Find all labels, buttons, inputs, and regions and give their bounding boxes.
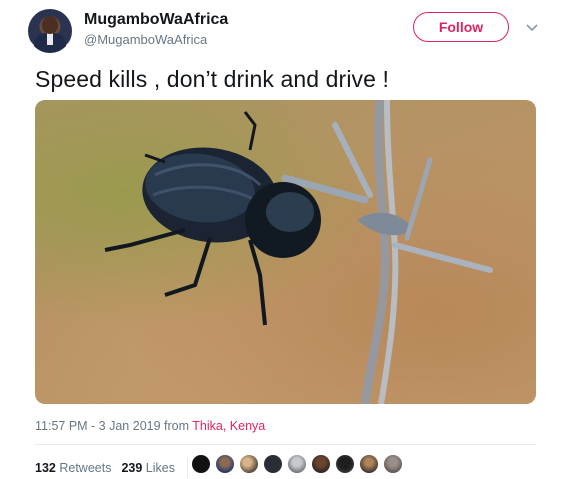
liker-avatar[interactable] xyxy=(286,453,308,475)
liker-avatar[interactable] xyxy=(382,453,404,475)
avatar[interactable] xyxy=(28,9,72,53)
liker-avatar[interactable] xyxy=(358,453,380,475)
retweets-count: 132 xyxy=(35,461,56,475)
tweet-meta: 11:57 PM - 3 Jan 2019 from Thika, Kenya xyxy=(35,419,265,433)
tweet-header: MugamboWaAfrica @MugamboWaAfrica Follow xyxy=(28,9,548,53)
beetle-on-barbed-wire-image xyxy=(104,100,493,404)
likes-label: Likes xyxy=(145,461,175,475)
tweet-photo[interactable] xyxy=(35,100,536,404)
likes-stat[interactable]: 239 Likes xyxy=(121,461,175,475)
divider xyxy=(35,444,536,445)
user-names[interactable]: MugamboWaAfrica @MugamboWaAfrica xyxy=(84,11,228,47)
retweets-label: Retweets xyxy=(59,461,112,475)
avatar-face xyxy=(42,16,58,34)
display-name[interactable]: MugamboWaAfrica xyxy=(84,11,228,29)
liker-avatar[interactable] xyxy=(262,453,284,475)
tweet-timestamp[interactable]: 11:57 PM - 3 Jan 2019 xyxy=(35,419,161,433)
liker-avatar[interactable] xyxy=(310,453,332,475)
follow-button[interactable]: Follow xyxy=(413,12,509,42)
stats-separator xyxy=(186,458,188,478)
liker-avatar[interactable] xyxy=(238,453,260,475)
liker-avatar[interactable] xyxy=(190,453,212,475)
likes-count: 239 xyxy=(121,461,143,475)
tweet-stats: 132 Retweets 239 Likes xyxy=(35,458,196,478)
liker-avatar[interactable] xyxy=(334,453,356,475)
retweets-stat[interactable]: 132 Retweets xyxy=(35,461,111,475)
avatar-shirt xyxy=(47,33,53,45)
tweet-location[interactable]: Thika, Kenya xyxy=(192,419,265,433)
liker-avatar[interactable] xyxy=(214,453,236,475)
user-handle[interactable]: @MugamboWaAfrica xyxy=(84,32,228,47)
tweet-text: Speed kills , don’t drink and drive ! xyxy=(35,66,390,92)
from-label: from xyxy=(164,419,190,433)
chevron-down-icon[interactable] xyxy=(524,19,540,35)
